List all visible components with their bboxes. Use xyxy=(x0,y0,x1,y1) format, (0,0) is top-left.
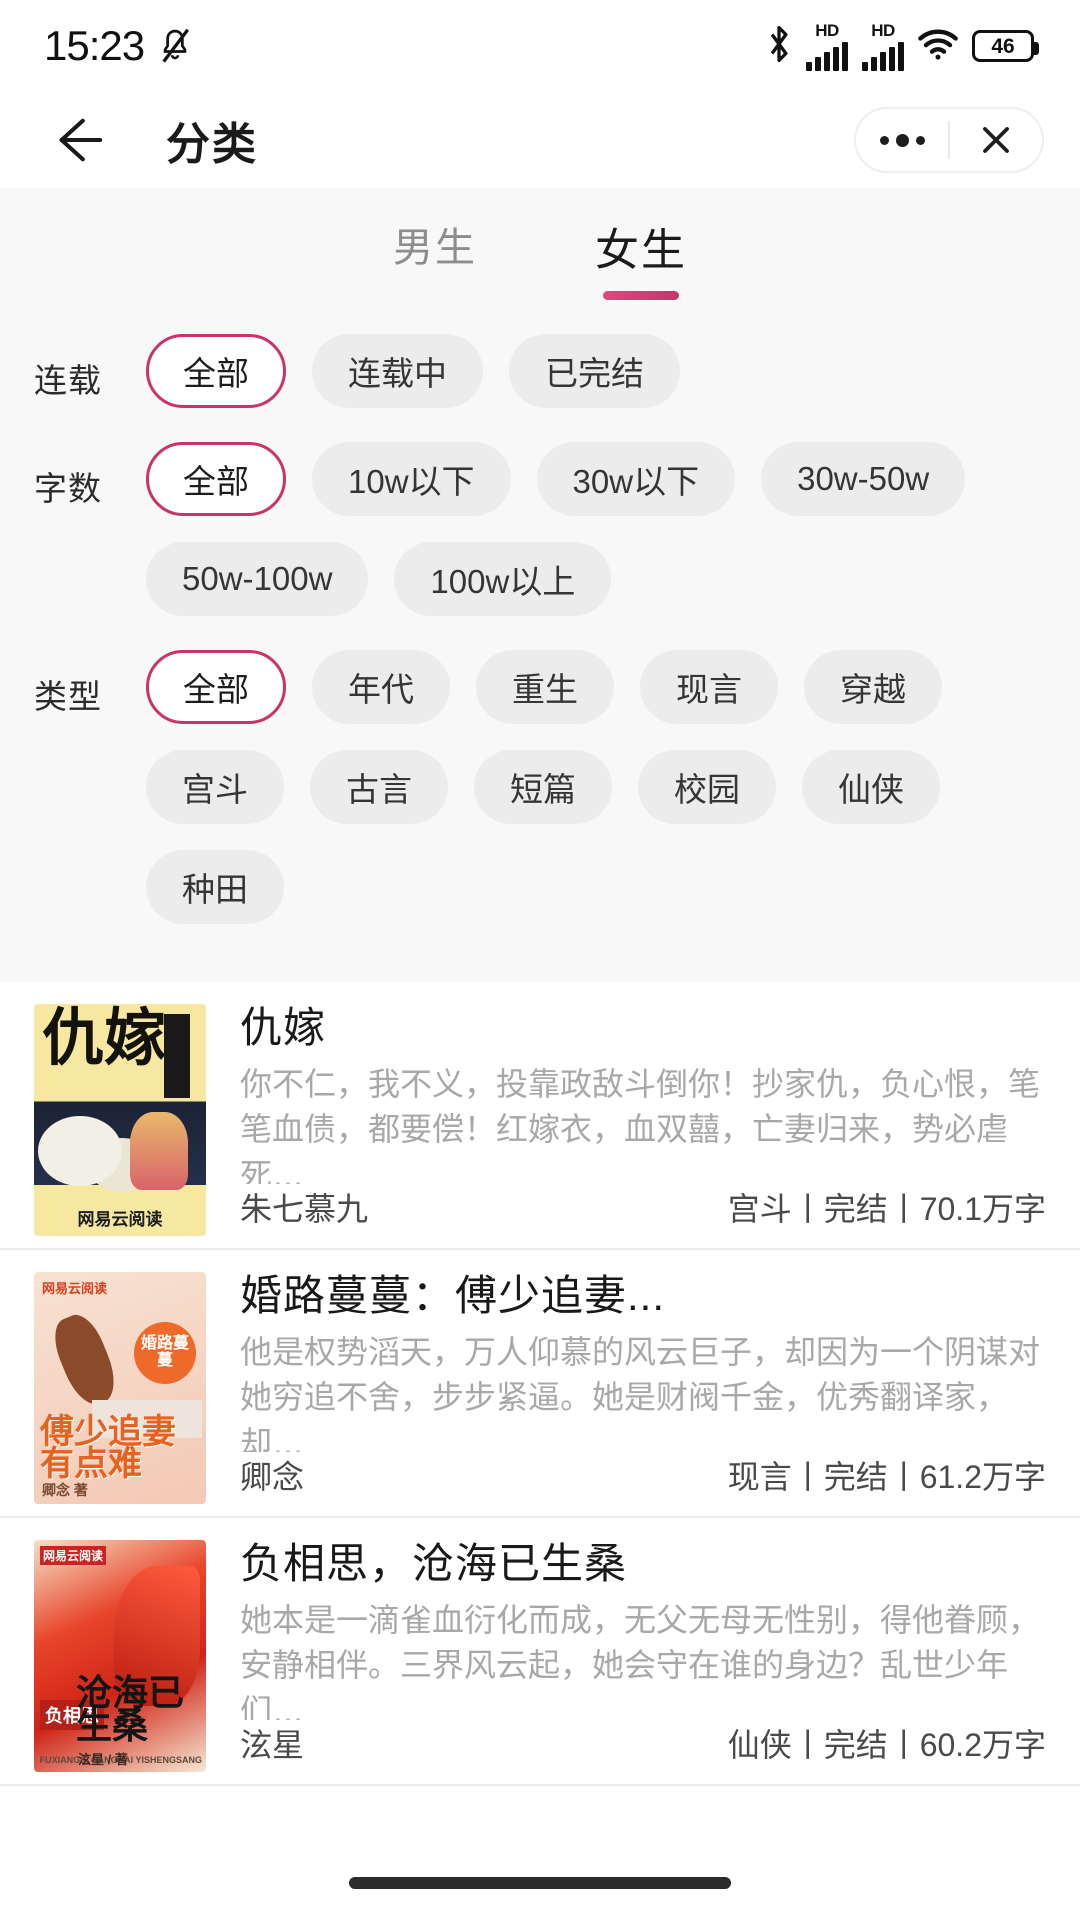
book-description: 你不仁，我不义，投靠政敌斗倒你！抄家仇，负心恨，笔笔血债，都要偿！红嫁衣，血双囍… xyxy=(240,1065,1041,1185)
filter-row-genre: 类型 全部 年代 重生 现言 穿越 宫斗 古言 短篇 校园 仙侠 种田 xyxy=(0,650,1080,925)
chip-wordcount-3[interactable]: 30w-50w xyxy=(761,442,966,517)
book-meta-row: 卿念 现言丨完结丨61.2万字 xyxy=(240,1452,1046,1504)
chip-genre-6[interactable]: 古言 xyxy=(310,750,448,825)
filter-chips-serialization: 全部 连载中 已完结 xyxy=(146,334,1080,409)
status-bar-right: HD HD 46 xyxy=(766,22,1039,71)
filter-chips-wordcount: 全部 10w以下 30w以下 30w-50w 50w-100w 100w以上 xyxy=(146,442,1080,617)
filter-row-serialization: 连载 全部 连载中 已完结 xyxy=(0,334,1080,409)
chip-serialization-0[interactable]: 全部 xyxy=(146,334,286,409)
book-cover-image: 网易云阅读 负相思 沧海已生桑 FUXIANGSI CANGHAI YISHEN… xyxy=(34,1540,206,1773)
home-indicator-area xyxy=(0,1846,1080,1920)
status-time: 15:23 xyxy=(44,22,145,69)
battery-level-text: 46 xyxy=(991,34,1015,58)
tab-male[interactable]: 男生 xyxy=(393,222,477,300)
battery-icon: 46 xyxy=(972,30,1039,62)
filter-chips-genre: 全部 年代 重生 现言 穿越 宫斗 古言 短篇 校园 仙侠 种田 xyxy=(146,650,1080,925)
book-title: 负相思，沧海已生桑 xyxy=(240,1540,628,1584)
signal-icon-sim2: HD xyxy=(862,22,904,71)
book-tags: 仙侠丨完结丨60.2万字 xyxy=(727,1727,1046,1764)
cover-publisher-label: 网易云阅读 xyxy=(77,1210,163,1230)
tab-male-label: 男生 xyxy=(393,226,477,270)
book-meta-row: 泫星 仙侠丨完结丨60.2万字 xyxy=(240,1720,1046,1772)
book-description: 他是权势滔天，万人仰慕的风云巨子，却因为一个阴谋对她穷追不舍，步步紧逼。她是财阀… xyxy=(240,1333,1041,1453)
chip-genre-1[interactable]: 年代 xyxy=(312,650,450,725)
filter-panel: 男生 女生 连载 全部 连载中 已完结 字数 全部 10w以下 30w以下 30… xyxy=(0,188,1080,983)
book-author: 泫星 xyxy=(240,1727,305,1764)
wifi-icon xyxy=(918,28,958,65)
cover-author-art: 卿念 著 xyxy=(42,1482,88,1499)
filter-label-genre: 类型 xyxy=(34,678,102,716)
tab-female[interactable]: 女生 xyxy=(595,222,687,301)
book-cover-image: 仇嫁 网易云阅读 xyxy=(34,1004,206,1237)
book-tags: 现言丨完结丨61.2万字 xyxy=(727,1459,1046,1496)
chip-genre-5[interactable]: 宫斗 xyxy=(146,750,284,825)
back-arrow-icon[interactable] xyxy=(50,113,104,167)
book-meta-row: 朱七慕九 宫斗丨完结丨70.1万字 xyxy=(240,1184,1046,1236)
signal-icon-sim1: HD xyxy=(806,22,848,71)
chip-wordcount-2[interactable]: 30w以下 xyxy=(536,442,736,517)
chip-genre-7[interactable]: 短篇 xyxy=(474,750,612,825)
bluetooth-icon xyxy=(766,25,792,68)
more-dots-icon[interactable] xyxy=(856,109,948,171)
chip-genre-9[interactable]: 仙侠 xyxy=(802,750,940,825)
status-bar: 15:23 HD HD 46 xyxy=(0,0,1080,92)
miniprogram-capsule xyxy=(854,107,1044,173)
status-bar-left: 15:23 xyxy=(44,22,192,70)
cover-publisher-label: 网易云阅读 xyxy=(40,1546,107,1566)
book-list-item[interactable]: 网易云阅读 婚路蔓蔓 傅少追妻有点难 卿念 著 婚路蔓蔓：傅少追妻... 他是权… xyxy=(0,1250,1080,1519)
home-indicator-bar[interactable] xyxy=(349,1877,731,1889)
book-author: 卿念 xyxy=(240,1459,305,1496)
hd-label-1: HD xyxy=(815,20,839,40)
app-screen: 15:23 HD HD 46 分类 男生 女生 连载 全部 连载中 已完结 字数… xyxy=(0,0,1080,1920)
tab-female-label: 女生 xyxy=(595,226,687,275)
book-author: 朱七慕九 xyxy=(240,1191,369,1228)
chip-wordcount-1[interactable]: 10w以下 xyxy=(312,442,511,517)
cover-title-art: 仇嫁 xyxy=(42,1004,167,1075)
filter-label-wordcount: 字数 xyxy=(34,470,102,508)
chip-genre-4[interactable]: 穿越 xyxy=(804,650,942,725)
book-list: 仇嫁 网易云阅读 仇嫁 你不仁，我不义，投靠政敌斗倒你！抄家仇，负心恨，笔笔血债… xyxy=(0,982,1080,1846)
cover-title-art: 傅少追妻有点难 xyxy=(40,1411,176,1484)
close-x-icon[interactable] xyxy=(950,109,1042,171)
book-info: 婚路蔓蔓：傅少追妻... 他是权势滔天，万人仰慕的风云巨子，却因为一个阴谋对她穷… xyxy=(240,1272,1046,1504)
cover-figure-art xyxy=(130,1112,188,1191)
cover-title-art: 沧海已生桑 xyxy=(76,1672,185,1747)
cover-decor-bar xyxy=(164,1014,190,1099)
cover-author-art: 泫星 / 著 xyxy=(78,1752,128,1768)
chip-wordcount-4[interactable]: 50w-100w xyxy=(146,542,369,617)
tab-female-underline xyxy=(603,291,679,301)
cover-badge: 婚路蔓蔓 xyxy=(134,1322,196,1385)
mute-bell-icon xyxy=(158,27,192,65)
chip-genre-2[interactable]: 重生 xyxy=(476,650,614,725)
book-description: 她本是一滴雀血衍化而成，无父无母无性别，得他眷顾，安静相伴。三界风云起，她会守在… xyxy=(240,1601,1041,1721)
cover-flower-art xyxy=(38,1116,122,1187)
cover-publisher-label: 网易云阅读 xyxy=(42,1281,108,1297)
book-list-item[interactable]: 仇嫁 网易云阅读 仇嫁 你不仁，我不义，投靠政敌斗倒你！抄家仇，负心恨，笔笔血债… xyxy=(0,982,1080,1251)
book-title: 仇嫁 xyxy=(240,1004,327,1048)
gender-tabs: 男生 女生 xyxy=(0,188,1080,301)
chip-genre-3[interactable]: 现言 xyxy=(640,650,778,725)
chip-serialization-2[interactable]: 已完结 xyxy=(509,334,680,409)
chip-genre-8[interactable]: 校园 xyxy=(638,750,776,825)
filter-row-wordcount: 字数 全部 10w以下 30w以下 30w-50w 50w-100w 100w以… xyxy=(0,442,1080,617)
book-list-item[interactable]: 网易云阅读 负相思 沧海已生桑 FUXIANGSI CANGHAI YISHEN… xyxy=(0,1518,1080,1787)
book-info: 仇嫁 你不仁，我不义，投靠政敌斗倒你！抄家仇，负心恨，笔笔血债，都要偿！红嫁衣，… xyxy=(240,1004,1046,1236)
chip-serialization-1[interactable]: 连载中 xyxy=(312,334,483,409)
book-tags: 宫斗丨完结丨70.1万字 xyxy=(727,1191,1046,1228)
book-info: 负相思，沧海已生桑 她本是一滴雀血衍化而成，无父无母无性别，得他眷顾，安静相伴。… xyxy=(240,1540,1046,1772)
chip-wordcount-5[interactable]: 100w以上 xyxy=(394,542,612,617)
chip-genre-0[interactable]: 全部 xyxy=(146,650,286,725)
book-cover-image: 网易云阅读 婚路蔓蔓 傅少追妻有点难 卿念 著 xyxy=(34,1272,206,1505)
cover-violin-art xyxy=(46,1308,124,1412)
chip-wordcount-0[interactable]: 全部 xyxy=(146,442,286,517)
book-title: 婚路蔓蔓：傅少追妻... xyxy=(240,1272,666,1316)
tab-male-underline xyxy=(397,286,473,295)
hd-label-2: HD xyxy=(871,20,895,40)
page-title: 分类 xyxy=(166,120,258,169)
chip-genre-10[interactable]: 种田 xyxy=(146,850,284,925)
page-header: 分类 xyxy=(0,92,1080,188)
filter-label-serialization: 连载 xyxy=(34,362,102,400)
